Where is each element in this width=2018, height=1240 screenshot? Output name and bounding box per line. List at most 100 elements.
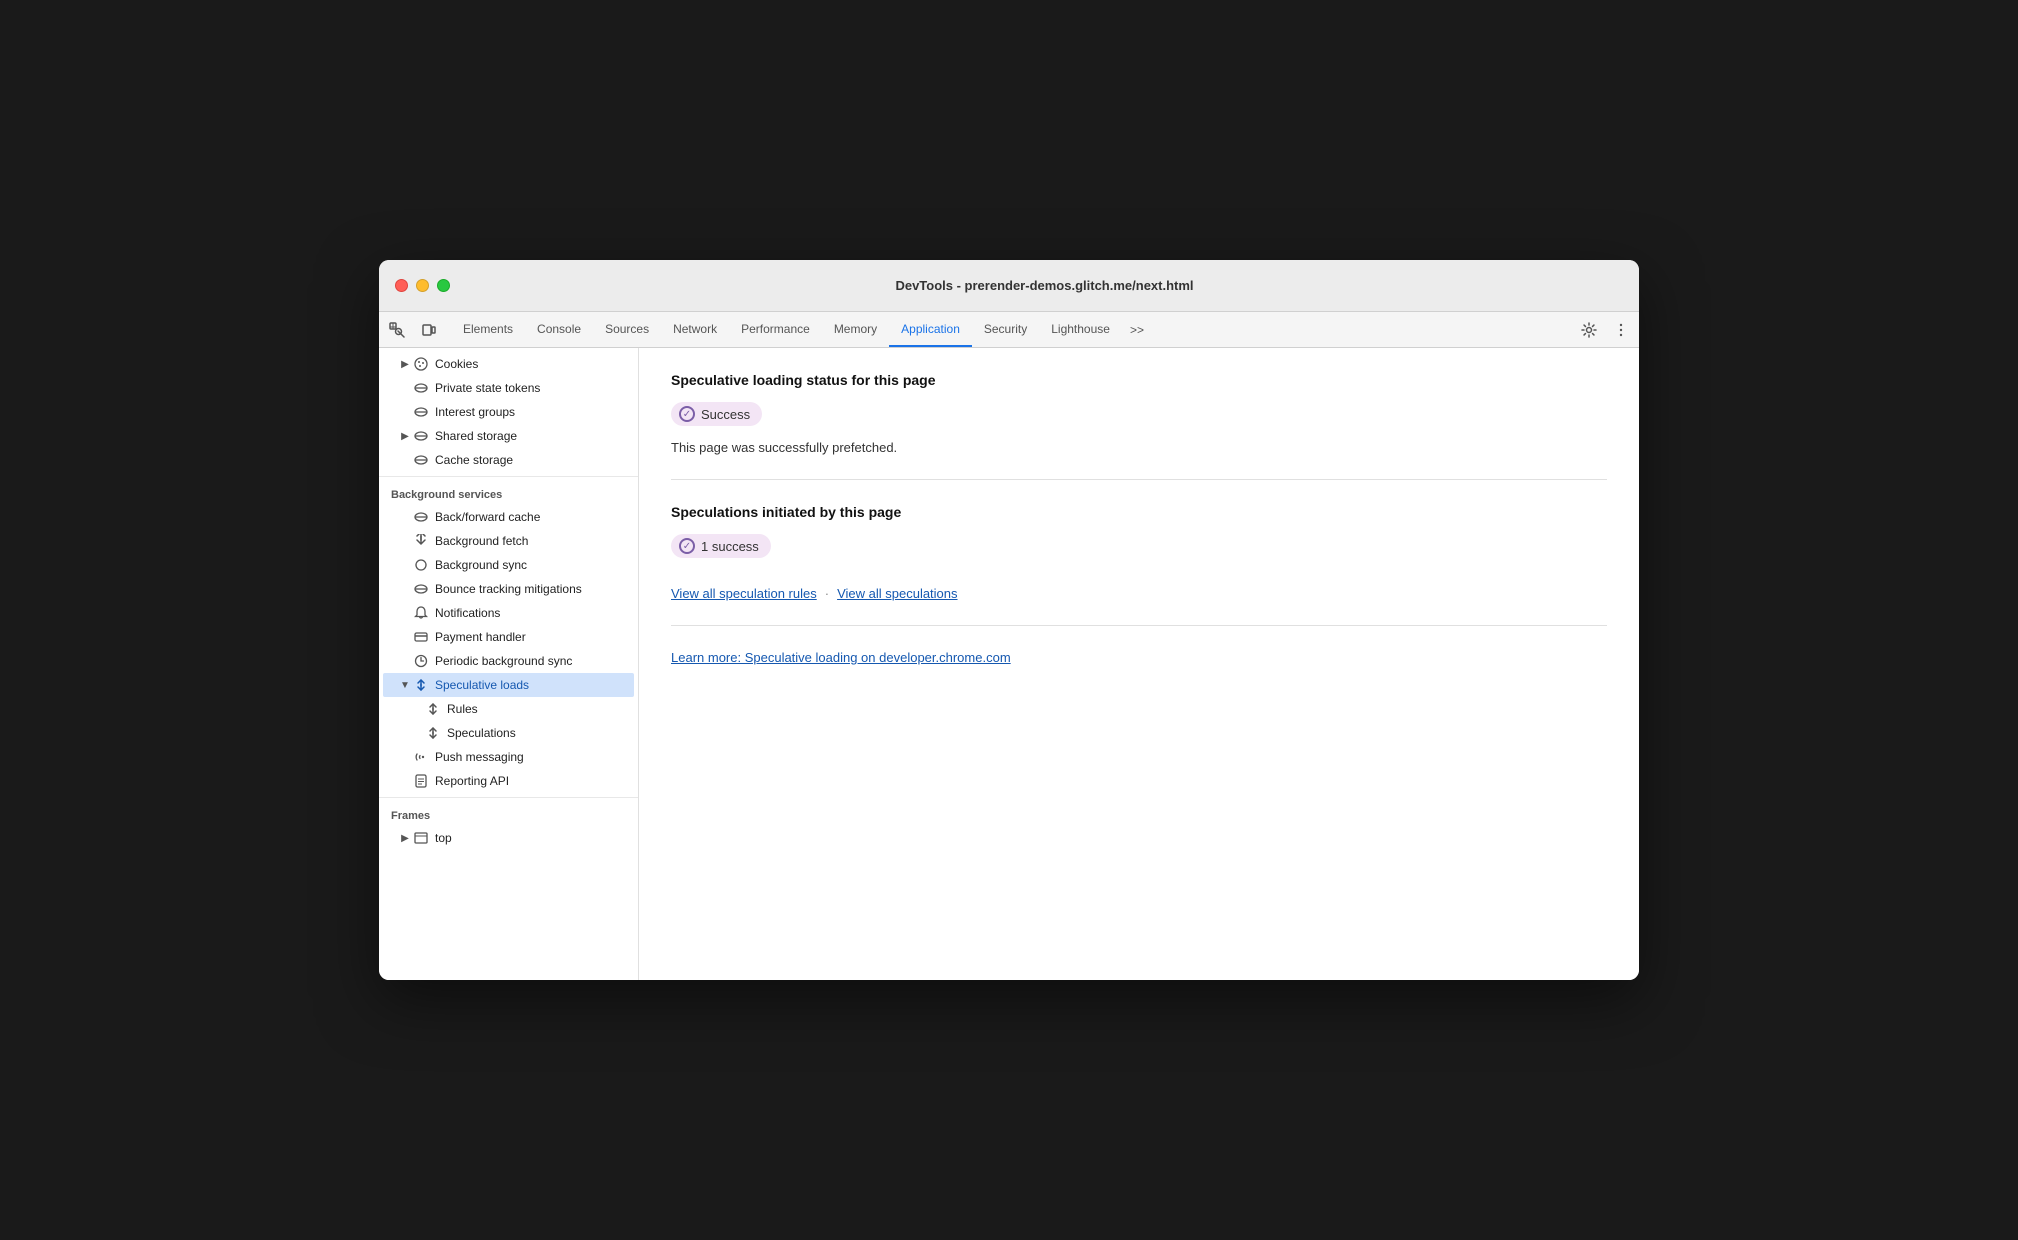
sidebar-item-top-frame[interactable]: ▶ top [383,826,634,850]
success-count-badge: ✓ 1 success [671,534,771,558]
speculative-loads-icon [413,677,429,693]
push-messaging-label: Push messaging [435,750,524,764]
traffic-lights [395,279,450,292]
tab-network[interactable]: Network [661,312,729,347]
sidebar-item-cache-storage[interactable]: Cache storage [383,448,634,472]
window-title: DevTools - prerender-demos.glitch.me/nex… [466,278,1623,293]
speculations-initiated-title: Speculations initiated by this page [671,504,1607,520]
payment-handler-icon [413,629,429,645]
top-frame-label: top [435,831,452,845]
rules-icon [425,701,441,717]
sidebar-item-notifications[interactable]: Notifications [383,601,634,625]
expand-icon: ▶ [399,358,411,370]
cache-storage-label: Cache storage [435,453,513,467]
view-all-speculations-link[interactable]: View all speculations [837,586,957,601]
toolbar-tabs: Elements Console Sources Network Perform… [451,312,1152,347]
speculative-loads-label: Speculative loads [435,678,529,692]
expand-icon-active: ▼ [399,679,411,691]
sidebar-item-shared-storage[interactable]: ▶ Shared storage [383,424,634,448]
speculation-links-row: View all speculation rules · View all sp… [671,586,1607,601]
speculative-loading-title: Speculative loading status for this page [671,372,1607,388]
bounce-tracking-label: Bounce tracking mitigations [435,582,582,596]
notifications-label: Notifications [435,606,500,620]
title-bar: DevTools - prerender-demos.glitch.me/nex… [379,260,1639,312]
back-forward-icon [413,509,429,525]
sidebar-item-speculative-loads[interactable]: ▼ Speculative loads [383,673,634,697]
background-sync-label: Background sync [435,558,527,572]
maximize-button[interactable] [437,279,450,292]
speculations-initiated-section: Speculations initiated by this page ✓ 1 … [671,504,1607,626]
sidebar-item-back-forward-cache[interactable]: Back/forward cache [383,505,634,529]
reporting-api-label: Reporting API [435,774,509,788]
minimize-button[interactable] [416,279,429,292]
sidebar-item-periodic-bg-sync[interactable]: Periodic background sync [383,649,634,673]
learn-more-section: Learn more: Speculative loading on devel… [671,650,1607,689]
sidebar-item-push-messaging[interactable]: Push messaging [383,745,634,769]
speculations-icon [425,725,441,741]
sidebar: ▶ Cookies [379,348,639,980]
interest-groups-icon [413,404,429,420]
payment-handler-label: Payment handler [435,630,526,644]
sidebar-item-bounce-tracking[interactable]: Bounce tracking mitigations [383,577,634,601]
cookies-label: Cookies [435,357,478,371]
sidebar-item-interest-groups[interactable]: Interest groups [383,400,634,424]
notifications-icon [413,605,429,621]
sidebar-item-private-state-tokens[interactable]: Private state tokens [383,376,634,400]
shared-storage-icon [413,428,429,444]
speculative-loading-status-section: Speculative loading status for this page… [671,372,1607,480]
tab-sources[interactable]: Sources [593,312,661,347]
success-badge-label: Success [701,407,750,422]
bg-services-header: Background services [379,481,638,505]
tab-performance[interactable]: Performance [729,312,822,347]
frame-icon [413,830,429,846]
background-sync-icon [413,557,429,573]
tab-console[interactable]: Console [525,312,593,347]
sidebar-divider-1 [379,476,638,477]
shared-storage-label: Shared storage [435,429,517,443]
success-count-icon: ✓ [679,538,695,554]
sidebar-item-background-sync[interactable]: Background sync [383,553,634,577]
private-state-tokens-icon [413,380,429,396]
view-all-speculation-rules-link[interactable]: View all speculation rules [671,586,817,601]
toolbar: Elements Console Sources Network Perform… [379,312,1639,348]
learn-more-link[interactable]: Learn more: Speculative loading on devel… [671,650,1607,665]
tab-lighthouse[interactable]: Lighthouse [1039,312,1122,347]
close-button[interactable] [395,279,408,292]
success-badge: ✓ Success [671,402,762,426]
tab-security[interactable]: Security [972,312,1039,347]
toolbar-icon-group [383,316,443,344]
back-forward-cache-label: Back/forward cache [435,510,540,524]
tab-memory[interactable]: Memory [822,312,889,347]
reporting-api-icon [413,773,429,789]
content-panel: Speculative loading status for this page… [639,348,1639,980]
more-tabs-button[interactable]: >> [1122,312,1152,347]
sidebar-item-cookies[interactable]: ▶ Cookies [383,352,634,376]
inspect-icon[interactable] [383,316,411,344]
push-messaging-icon [413,749,429,765]
private-state-tokens-label: Private state tokens [435,381,540,395]
settings-icon[interactable] [1575,316,1603,344]
link-separator: · [825,586,829,601]
device-toolbar-icon[interactable] [415,316,443,344]
speculations-child-label: Speculations [447,726,516,740]
sidebar-item-background-fetch[interactable]: Background fetch [383,529,634,553]
cookies-icon [413,356,429,372]
tab-application[interactable]: Application [889,312,972,347]
main-area: ▶ Cookies [379,348,1639,980]
sidebar-item-reporting-api[interactable]: Reporting API [383,769,634,793]
top-expand-icon: ▶ [399,832,411,844]
background-fetch-label: Background fetch [435,534,528,548]
more-options-icon[interactable] [1607,316,1635,344]
sidebar-item-rules[interactable]: Rules [383,697,634,721]
sidebar-item-payment-handler[interactable]: Payment handler [383,625,634,649]
sidebar-item-speculations[interactable]: Speculations [383,721,634,745]
interest-groups-label: Interest groups [435,405,515,419]
success-count-label: 1 success [701,539,759,554]
background-fetch-icon [413,533,429,549]
cache-storage-icon [413,452,429,468]
tab-elements[interactable]: Elements [451,312,525,347]
frames-header: Frames [379,802,638,826]
speculative-loading-description: This page was successfully prefetched. [671,440,1607,455]
periodic-bg-sync-icon [413,653,429,669]
expand-icon: ▶ [399,430,411,442]
